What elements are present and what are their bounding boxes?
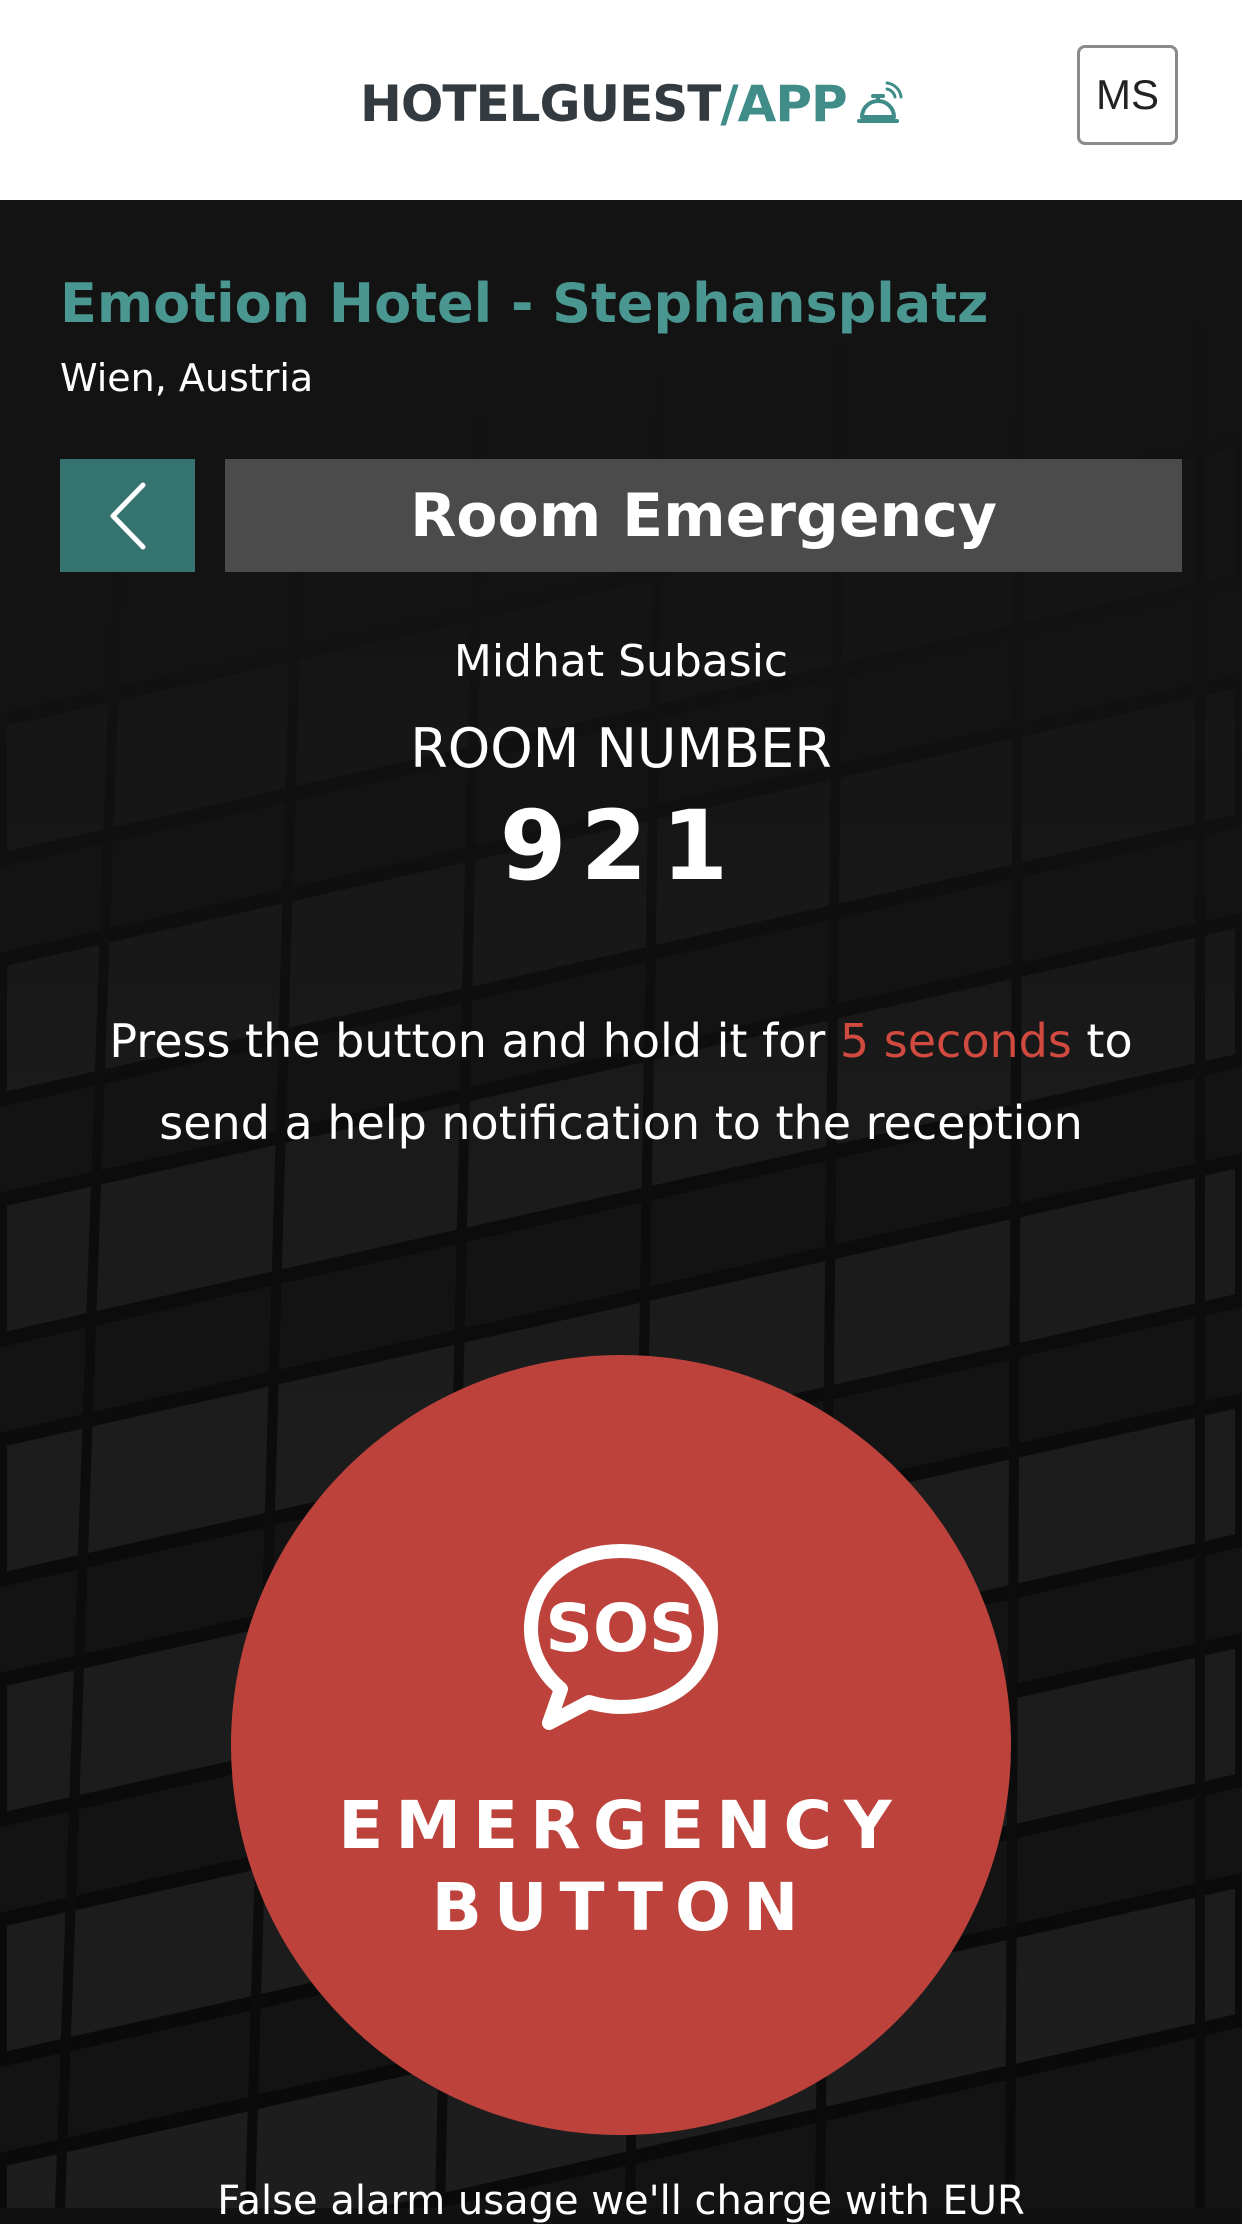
sos-speech-bubble-icon: SOS xyxy=(524,1544,718,1730)
guest-name: Midhat Subasic xyxy=(453,636,789,687)
instructions-text-before: Press the button and hold it for xyxy=(109,1014,840,1068)
logo-text-primary: HOTELGUEST xyxy=(360,75,721,133)
instructions-duration: 5 seconds xyxy=(839,1014,1072,1068)
reception-bell-icon xyxy=(856,81,903,123)
chevron-left-icon xyxy=(110,482,145,549)
hotel-name: Emotion Hotel - Stephansplatz xyxy=(60,272,989,335)
back-button[interactable] xyxy=(60,459,195,572)
emergency-sos-button[interactable]: SOS EMERGENCY BUTTON xyxy=(231,1355,1011,2135)
emergency-label-line2: BUTTON xyxy=(431,1869,811,1946)
emergency-instructions: Press the button and hold it for 5 secon… xyxy=(60,1000,1182,1164)
page-title: Room Emergency xyxy=(225,459,1182,572)
room-number: 921 xyxy=(499,790,743,902)
user-avatar-button[interactable]: MS xyxy=(1077,45,1178,145)
false-alarm-notice: False alarm usage we'll charge with EUR xyxy=(217,2178,1025,2224)
app-header: HOTELGUEST/APP MS xyxy=(0,0,1242,200)
emergency-button-label: EMERGENCY BUTTON xyxy=(231,1785,1011,1949)
svg-text:SOS: SOS xyxy=(545,1590,696,1667)
logo-text-accent: /APP xyxy=(720,75,847,133)
emergency-label-line1: EMERGENCY xyxy=(338,1787,904,1864)
room-number-label: ROOM NUMBER xyxy=(410,717,832,780)
app-logo[interactable]: HOTELGUEST/APP xyxy=(360,64,903,144)
hotel-location: Wien, Austria xyxy=(60,356,314,400)
